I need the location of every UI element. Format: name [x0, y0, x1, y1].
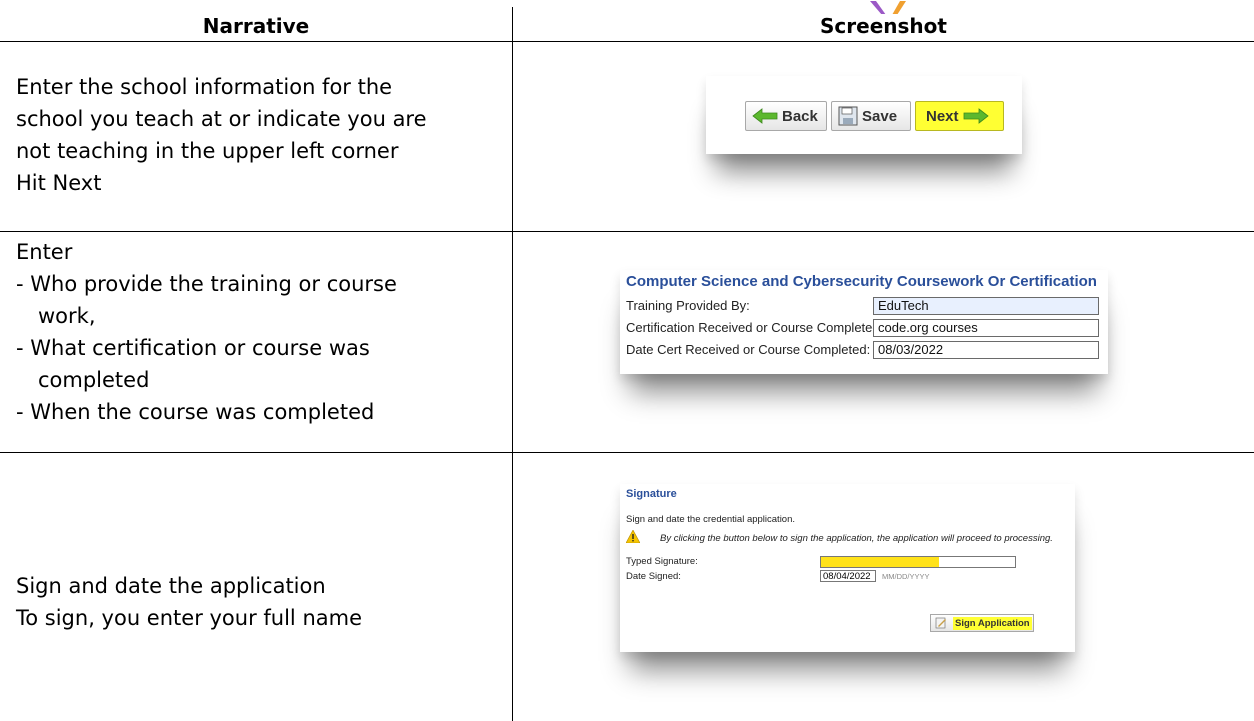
arrow-left-icon	[752, 108, 778, 124]
training-provider-input[interactable]: EduTech	[873, 297, 1099, 315]
narrative-line: To sign, you enter your full name	[16, 606, 362, 630]
narrative-row-1: Enter the school information for the sch…	[16, 71, 506, 199]
warning-icon	[625, 528, 641, 547]
training-label: Training Provided By:	[626, 298, 750, 313]
save-button[interactable]: Save	[831, 101, 911, 131]
column-divider	[512, 7, 513, 721]
next-label: Next	[926, 107, 959, 125]
coursework-screenshot: Computer Science and Cybersecurity Cours…	[620, 270, 1108, 374]
narrative-line: completed	[38, 368, 150, 392]
narrative-line: Sign and date the application	[16, 574, 326, 598]
narrative-line: Enter the school information for the	[16, 75, 393, 99]
next-button[interactable]: Next	[915, 101, 1004, 131]
narrative-line: not teaching in the upper left corner	[16, 139, 399, 163]
back-button[interactable]: Back	[745, 101, 827, 131]
narrative-row-3: Sign and date the application To sign, y…	[16, 570, 506, 634]
date-signed-input[interactable]: 08/04/2022	[820, 570, 876, 582]
certification-input[interactable]: code.org courses	[873, 319, 1099, 337]
date-format-hint: MM/DD/YYYY	[882, 572, 930, 581]
narrative-line: - When the course was completed	[16, 400, 375, 424]
signature-screenshot: Signature Sign and date the credential a…	[620, 484, 1075, 652]
date-completed-input[interactable]: 08/03/2022	[873, 341, 1099, 359]
narrative-line: - What certification or course was	[16, 336, 370, 360]
table-divider	[0, 452, 1254, 453]
signature-highlight	[821, 557, 939, 567]
date-completed-label: Date Cert Received or Course Completed:	[626, 342, 871, 357]
signature-instruction: Sign and date the credential application…	[626, 514, 796, 525]
narrative-line: work,	[38, 304, 96, 328]
date-signed-label: Date Signed:	[626, 571, 681, 582]
pen-icon	[935, 614, 947, 633]
sign-application-label: Sign Application	[953, 616, 1032, 630]
back-label: Back	[782, 107, 818, 125]
table-header: Narrative Screenshot	[0, 0, 1254, 42]
certification-label: Certification Received or Course Complet…	[626, 320, 884, 335]
narrative-line: school you teach at or indicate you are	[16, 107, 427, 131]
screenshot-header: Screenshot	[820, 14, 947, 38]
typed-signature-input[interactable]	[820, 556, 1016, 568]
table-divider	[0, 231, 1254, 232]
save-label: Save	[862, 107, 898, 125]
save-disk-icon	[838, 106, 858, 126]
nav-buttons-screenshot: Back Save Next	[706, 76, 1022, 154]
table-divider	[0, 41, 1254, 42]
narrative-line: - Who provide the training or course	[16, 272, 397, 296]
narrative-row-2: Enter - Who provide the training or cour…	[16, 236, 506, 428]
typed-signature-label: Typed Signature:	[626, 556, 698, 567]
narrative-line: Hit Next	[16, 171, 102, 195]
sign-application-button[interactable]: Sign Application	[930, 614, 1034, 632]
narrative-line: Enter	[16, 240, 73, 264]
arrow-right-icon	[963, 108, 989, 124]
signature-notice: By clicking the button below to sign the…	[660, 533, 1053, 544]
signature-title: Signature	[626, 488, 677, 500]
narrative-header: Narrative	[202, 14, 310, 38]
coursework-title: Computer Science and Cybersecurity Cours…	[626, 273, 1097, 290]
